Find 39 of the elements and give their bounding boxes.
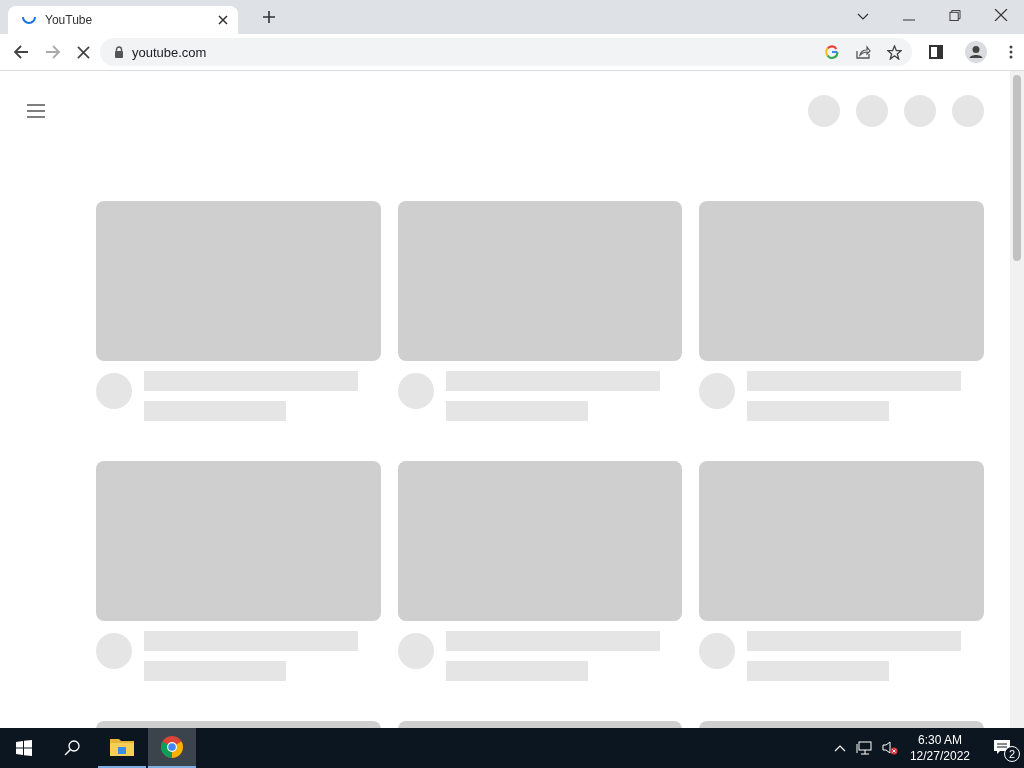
- chevron-up-icon[interactable]: [833, 744, 846, 752]
- avatar-placeholder: [96, 373, 132, 409]
- tab-title: YouTube: [45, 13, 94, 27]
- address-bar[interactable]: youtube.com: [100, 38, 912, 66]
- share-icon[interactable]: [855, 44, 871, 60]
- search-icon[interactable]: [64, 740, 80, 756]
- clock-time[interactable]: 6:30 AM: [917, 732, 962, 748]
- placeholder-circle: [808, 95, 840, 127]
- chrome-icon: [160, 735, 184, 759]
- close-tab-icon[interactable]: [218, 15, 228, 25]
- menu-icon[interactable]: [1009, 45, 1013, 59]
- notifications-button[interactable]: 2: [980, 728, 1024, 768]
- google-icon[interactable]: [825, 45, 839, 59]
- avatar-placeholder: [96, 633, 132, 669]
- folder-icon: [110, 737, 134, 757]
- side-panel-icon[interactable]: [929, 45, 943, 59]
- profile-icon[interactable]: [965, 41, 987, 63]
- clock-date[interactable]: 12/27/2022: [909, 748, 970, 764]
- muted-speaker-icon[interactable]: [881, 741, 898, 755]
- star-icon[interactable]: [887, 44, 902, 60]
- start-icon[interactable]: [16, 740, 32, 756]
- lock-icon: [114, 46, 124, 58]
- avatar-placeholder: [699, 633, 736, 669]
- loading-spinner-icon: [22, 16, 36, 24]
- placeholder-circle: [856, 95, 888, 127]
- stop-loading-icon[interactable]: [77, 45, 90, 59]
- avatar-placeholder: [397, 373, 434, 409]
- avatar-placeholder: [699, 373, 736, 409]
- new-tab-icon[interactable]: [262, 10, 276, 24]
- chrome-taskbar-button[interactable]: [148, 728, 196, 768]
- avatar-placeholder: [397, 633, 434, 669]
- back-icon[interactable]: [13, 44, 29, 60]
- browser-tab[interactable]: YouTube: [8, 6, 238, 34]
- placeholder-circle: [952, 95, 984, 127]
- notification-count: 2: [1004, 746, 1020, 762]
- url-text: youtube.com: [132, 44, 207, 60]
- scrollbar-thumb[interactable]: [1013, 75, 1021, 261]
- placeholder-circle: [904, 95, 936, 127]
- network-icon[interactable]: [855, 741, 872, 755]
